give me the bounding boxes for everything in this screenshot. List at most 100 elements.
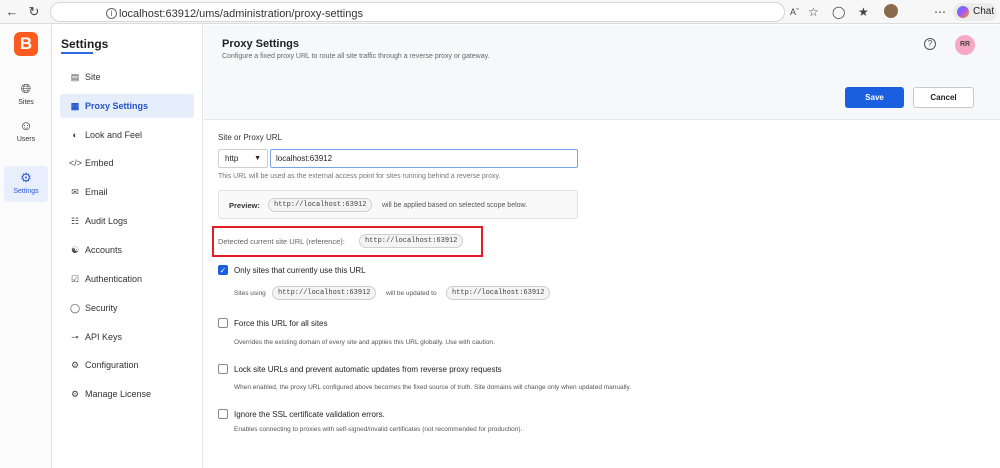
code-icon: </>	[69, 158, 83, 168]
read-aloud-icon[interactable]: Aˇ	[790, 4, 799, 20]
rail-item-label: Settings	[13, 188, 39, 195]
sidebar-item-label: Authentication	[85, 274, 143, 284]
sidebar-item-email[interactable]: ✉ Email	[60, 180, 194, 204]
preview-label: Preview:	[229, 201, 260, 210]
sidebar-item-label: Accounts	[85, 245, 123, 255]
sidebar-item-label: Look and Feel	[85, 130, 143, 140]
sidebar-item-manage-license[interactable]: ⚙ Manage License	[60, 382, 194, 406]
log-icon: ☷	[70, 216, 80, 226]
page-header: Proxy Settings Configure a fixed proxy U…	[204, 25, 1000, 120]
sidebar-item-label: Email	[85, 187, 108, 197]
sidebar-item-label: Proxy Settings	[85, 101, 149, 111]
sidebar-item-security[interactable]: ◯ Security	[60, 296, 194, 320]
profile-avatar-icon[interactable]	[884, 4, 898, 18]
force-url-checkbox[interactable]	[218, 318, 228, 328]
sidebar-item-configuration[interactable]: ⚙ Configuration	[60, 353, 194, 377]
sites-from-url-pill: http://localhost:63912	[272, 286, 377, 300]
protocol-select[interactable]: http ▼	[218, 149, 268, 168]
preview-box: Preview: http://localhost:63912 will be …	[218, 190, 578, 219]
favorites-bar-icon[interactable]: ★	[858, 4, 869, 20]
only-current-sites-label[interactable]: Only sites that currently use this URL	[234, 266, 366, 275]
copilot-icon	[957, 6, 969, 18]
ignore-ssl-checkbox[interactable]	[218, 409, 228, 419]
proxy-url-input[interactable]: localhost:63912	[270, 149, 578, 168]
address-bar[interactable]: i localhost:63912/ums/administration/pro…	[50, 2, 785, 22]
browser-toolbar: ← ↻ i localhost:63912/ums/administration…	[0, 0, 1000, 24]
sidebar-title: Settings	[61, 37, 109, 51]
sidebar-item-api-keys[interactable]: ⊸ API Keys	[60, 325, 194, 349]
ignore-ssl-desc: Enables connecting to proxies with self-…	[234, 426, 523, 433]
sidebar-item-embed[interactable]: </> Embed	[60, 151, 194, 175]
sidebar-item-accounts[interactable]: ☯ Accounts	[60, 238, 194, 262]
sidebar-item-site[interactable]: ▤ Site	[60, 65, 194, 89]
sidebar-title-underline	[61, 52, 93, 54]
lock-urls-checkbox[interactable]	[218, 364, 228, 374]
site-icon: ▤	[70, 72, 80, 82]
lock-icon: ☑	[70, 274, 80, 284]
shield-icon: ◯	[69, 303, 81, 313]
account-icon: ☯	[70, 245, 80, 255]
preview-url-pill: http://localhost:63912	[268, 198, 373, 212]
sidebar-item-label: Configuration	[85, 360, 139, 370]
chat-label: Chat	[973, 6, 995, 17]
rail-item-label: Sites	[18, 99, 34, 106]
extensions-icon[interactable]: ◯	[832, 4, 845, 20]
rail-item-label: Users	[16, 136, 36, 143]
save-button[interactable]: Save	[845, 87, 904, 108]
page-subtitle: Configure a fixed proxy URL to route all…	[222, 53, 490, 60]
sidebar-item-label: Manage License	[85, 389, 152, 399]
ignore-ssl-label[interactable]: Ignore the SSL certificate validation er…	[234, 410, 385, 419]
proxy-icon: ▦	[70, 101, 80, 111]
sites-using-prefix: Sites using	[234, 290, 266, 297]
globe-icon: 🌐︎	[20, 81, 32, 96]
detected-url-label: Detected current site URL (reference):	[218, 237, 345, 246]
rail-item-users[interactable]: ☺ Users	[0, 118, 52, 144]
url-help-text: This URL will be used as the external ac…	[218, 173, 501, 180]
sidebar-item-label: Audit Logs	[85, 216, 128, 226]
more-icon[interactable]: ⋯	[934, 4, 946, 20]
rail-item-sites[interactable]: 🌐︎ Sites	[0, 81, 52, 107]
help-icon[interactable]: ?	[924, 38, 936, 50]
config-icon: ⚙	[70, 360, 80, 370]
sidebar-item-audit-logs[interactable]: ☷ Audit Logs	[60, 209, 194, 233]
back-icon[interactable]: ←	[4, 4, 20, 20]
force-url-label[interactable]: Force this URL for all sites	[234, 319, 328, 328]
force-url-desc: Overrides the existing domain of every s…	[234, 339, 495, 346]
info-icon[interactable]: i	[106, 8, 117, 19]
caret-down-icon: ▼	[254, 155, 261, 162]
preview-suffix: will be applied based on selected scope …	[382, 202, 528, 209]
page-title: Proxy Settings	[222, 38, 300, 50]
url-field-label: Site or Proxy URL	[218, 133, 283, 142]
app-rail: B 🌐︎ Sites ☺ Users ⚙ Settings	[0, 25, 52, 468]
sidebar-item-label: API Keys	[85, 332, 123, 342]
cancel-button[interactable]: Cancel	[913, 87, 974, 108]
app-logo[interactable]: B	[14, 32, 38, 56]
sidebar-item-label: Site	[85, 72, 101, 82]
only-current-sites-checkbox[interactable]: ✓	[218, 265, 228, 275]
license-icon: ⚙	[70, 389, 80, 399]
settings-sidebar: Settings ▤ Site ▦ Proxy Settings ◐ Look …	[53, 25, 203, 468]
users-icon: ☺	[19, 118, 33, 133]
sidebar-item-proxy-settings[interactable]: ▦ Proxy Settings	[60, 94, 194, 118]
lock-urls-desc: When enabled, the proxy URL configured a…	[234, 384, 632, 391]
main-content: Proxy Settings Configure a fixed proxy U…	[204, 25, 1000, 468]
mail-icon: ✉	[71, 187, 79, 197]
reload-icon[interactable]: ↻	[26, 4, 42, 20]
lock-urls-label[interactable]: Lock site URLs and prevent automatic upd…	[234, 365, 502, 374]
favorite-icon[interactable]: ☆	[808, 4, 819, 20]
copilot-chat-button[interactable]: Chat	[953, 3, 997, 21]
address-text[interactable]: localhost:63912/ums/administration/proxy…	[119, 8, 363, 20]
palette-icon: ◐	[72, 130, 78, 140]
sidebar-item-label: Security	[85, 303, 118, 313]
rail-item-settings[interactable]: ⚙ Settings	[4, 166, 48, 202]
sidebar-item-look-and-feel[interactable]: ◐ Look and Feel	[60, 123, 194, 147]
sites-updated-mid: will be updated to	[386, 290, 437, 297]
gear-icon: ⚙	[20, 170, 32, 185]
sites-to-url-pill: http://localhost:63912	[446, 286, 551, 300]
detected-url-pill: http://localhost:63912	[359, 234, 464, 248]
sidebar-item-authentication[interactable]: ☑ Authentication	[60, 267, 194, 291]
protocol-value: http	[225, 154, 239, 163]
key-icon: ⊸	[71, 332, 79, 342]
avatar[interactable]: RR	[955, 35, 975, 55]
sidebar-item-label: Embed	[85, 158, 114, 168]
